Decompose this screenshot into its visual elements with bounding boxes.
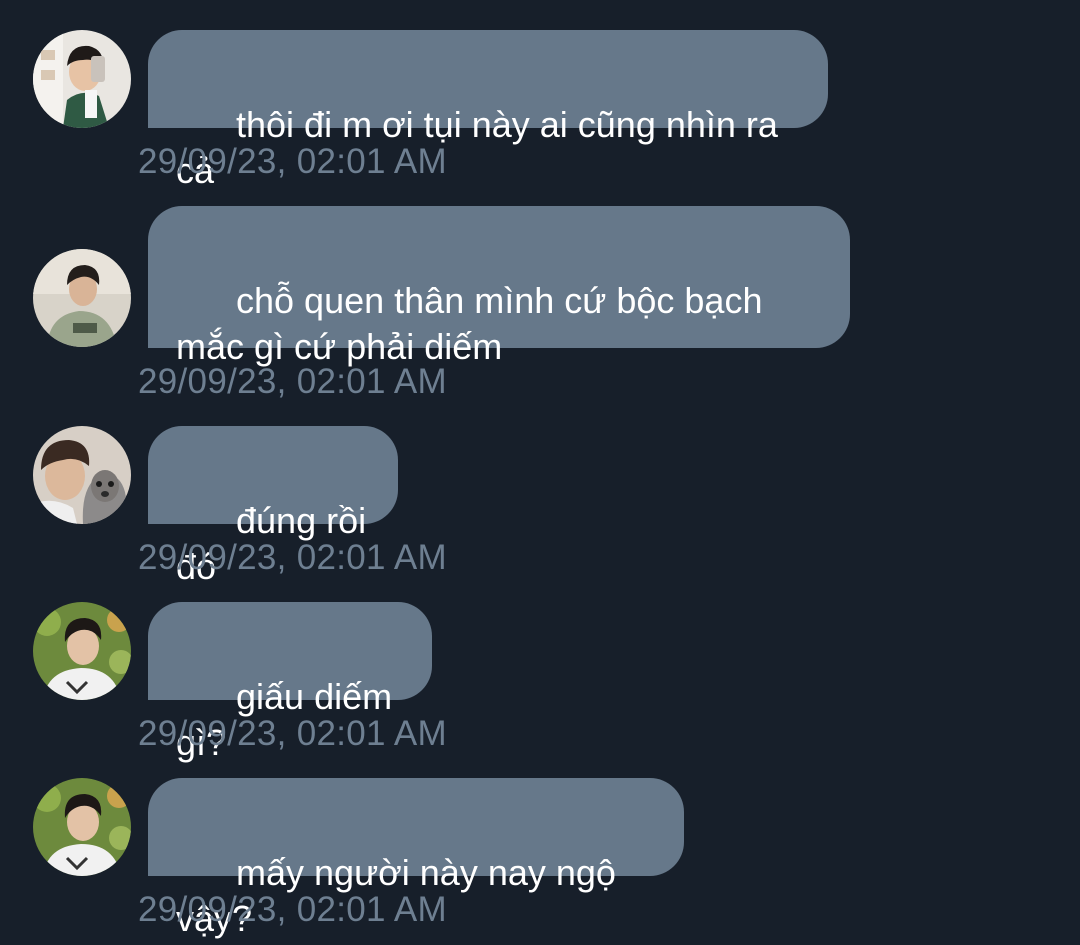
message-text: chỗ quen thân mình cứ bộc bạch mắc gì cứ…	[176, 280, 773, 367]
avatar-image	[33, 249, 131, 347]
avatar-image	[33, 30, 131, 128]
chat-thread: thôi đi m ơi tụi này ai cũng nhìn ra cả …	[0, 0, 1080, 945]
message-bubble[interactable]: mấy người này nay ngộ vậy?	[148, 778, 684, 939]
message-bubble[interactable]: chỗ quen thân mình cứ bộc bạch mắc gì cứ…	[148, 206, 850, 367]
message-timestamp: 29/09/23, 02:01 AM	[138, 714, 447, 753]
message-timestamp: 29/09/23, 02:01 AM	[138, 890, 447, 929]
avatar[interactable]	[33, 249, 131, 347]
message-timestamp: 29/09/23, 02:01 AM	[138, 362, 447, 401]
message-bubble[interactable]: giấu diếm gì?	[148, 602, 432, 763]
avatar[interactable]	[33, 778, 131, 876]
message-bubble[interactable]: thôi đi m ơi tụi này ai cũng nhìn ra cả	[148, 30, 828, 191]
avatar-image	[33, 778, 131, 876]
message-timestamp: 29/09/23, 02:01 AM	[138, 538, 447, 577]
message-timestamp: 29/09/23, 02:01 AM	[138, 142, 447, 181]
avatar[interactable]	[33, 426, 131, 524]
avatar-image	[33, 602, 131, 700]
avatar[interactable]	[33, 602, 131, 700]
avatar-image	[33, 426, 131, 524]
avatar[interactable]	[33, 30, 131, 128]
message-bubble[interactable]: đúng rồi đó	[148, 426, 398, 587]
